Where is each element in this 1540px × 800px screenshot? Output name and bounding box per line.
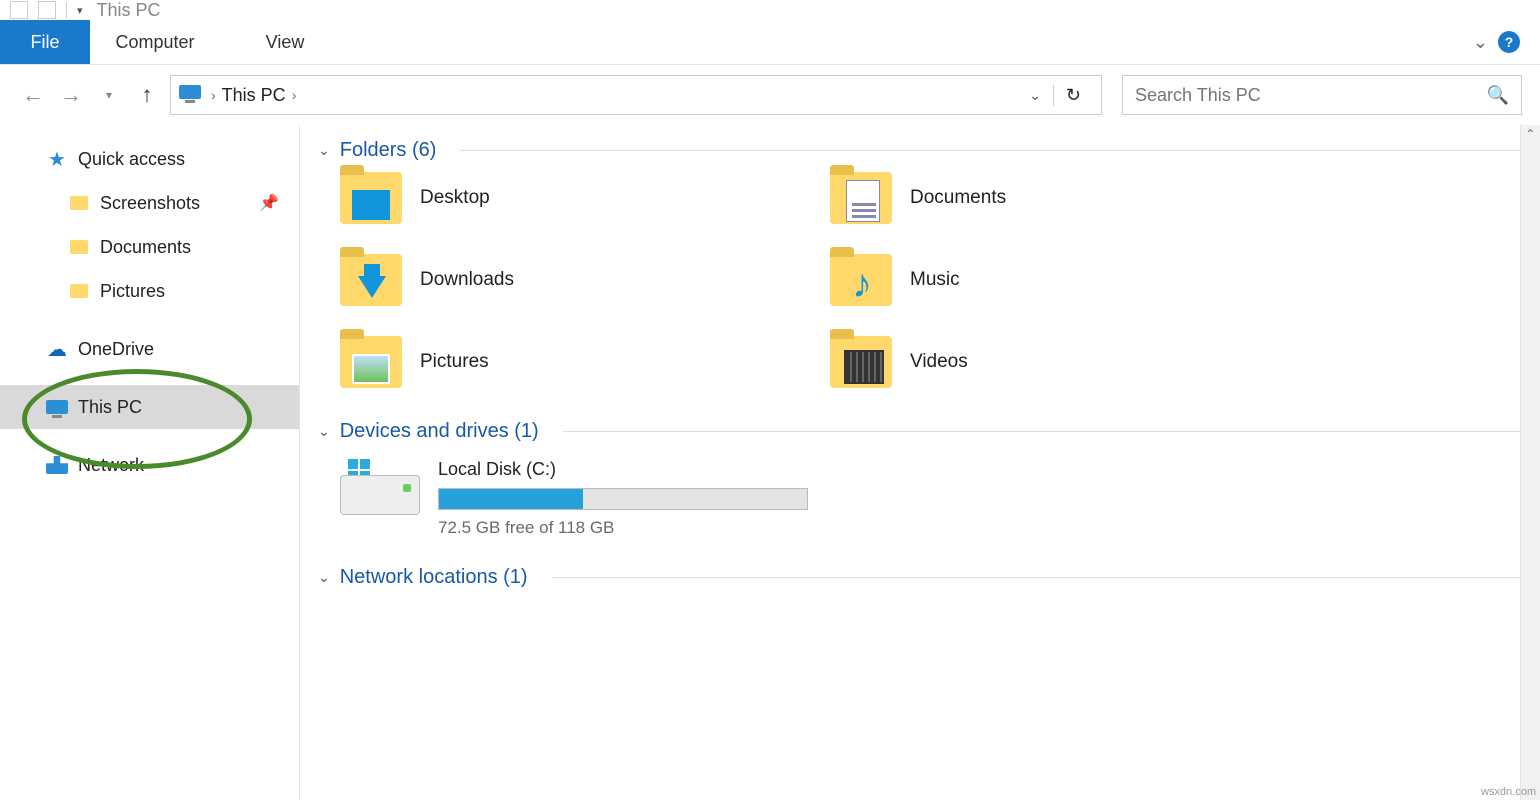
- file-tab[interactable]: File: [0, 20, 90, 64]
- tree-label: Network: [78, 455, 144, 476]
- folder-label: Music: [910, 269, 960, 291]
- address-dropdown-icon[interactable]: ⌄: [1023, 87, 1047, 104]
- forward-button[interactable]: →: [56, 82, 86, 108]
- folder-icon: [68, 236, 90, 258]
- folder-icon: [340, 254, 402, 306]
- tree-item-pictures[interactable]: Pictures: [0, 269, 299, 313]
- folder-desktop[interactable]: Desktop: [340, 172, 830, 224]
- folder-icon: [830, 336, 892, 388]
- section-divider: [563, 431, 1530, 432]
- section-header-folders[interactable]: ⌄ Folders (6): [300, 125, 1540, 172]
- folder-icon: [340, 172, 402, 224]
- star-icon: ★: [46, 148, 68, 170]
- content-pane: ⌄ Folders (6) Desktop Documents Download…: [300, 125, 1540, 800]
- folder-music[interactable]: ♪ Music: [830, 254, 1320, 306]
- tree-label: OneDrive: [78, 339, 154, 360]
- drive-free-text: 72.5 GB free of 118 GB: [438, 518, 808, 538]
- folder-label: Pictures: [420, 351, 489, 373]
- section-header-network[interactable]: ⌄ Network locations (1): [300, 552, 1540, 599]
- watermark: wsxdn.com: [1481, 786, 1536, 798]
- navigation-bar: ← → ▾ ↑ › This PC › ⌄ ↻ 🔍: [0, 65, 1540, 125]
- ribbon-tab-computer[interactable]: Computer: [90, 20, 220, 64]
- folder-pictures[interactable]: Pictures: [340, 336, 830, 388]
- help-icon[interactable]: ?: [1498, 31, 1520, 53]
- tree-onedrive[interactable]: ☁ OneDrive: [0, 327, 299, 371]
- folder-label: Desktop: [420, 187, 490, 209]
- folder-label: Downloads: [420, 269, 514, 291]
- drive-local-disk-c[interactable]: Local Disk (C:) 72.5 GB free of 118 GB: [300, 453, 1540, 538]
- navigation-pane: ★ Quick access Screenshots 📌 Documents P…: [0, 125, 300, 800]
- folder-icon: [830, 172, 892, 224]
- folder-label: Videos: [910, 351, 968, 373]
- folder-icon: [68, 192, 90, 214]
- search-box[interactable]: 🔍: [1122, 75, 1522, 115]
- chevron-down-icon[interactable]: ⌄: [318, 142, 330, 159]
- breadcrumb-separator[interactable]: ›: [211, 87, 216, 103]
- cloud-icon: ☁: [46, 338, 68, 360]
- section-divider: [552, 577, 1530, 578]
- vertical-scrollbar[interactable]: ⌃: [1520, 125, 1540, 800]
- this-pc-icon: [179, 85, 205, 105]
- recent-locations-icon[interactable]: ▾: [94, 88, 124, 102]
- scroll-up-icon[interactable]: ⌃: [1523, 125, 1538, 143]
- quick-access-toolbar: ▾: [10, 1, 83, 19]
- folder-label: Documents: [910, 187, 1006, 209]
- drive-name: Local Disk (C:): [438, 459, 808, 480]
- drive-used-fill: [439, 489, 583, 509]
- refresh-button[interactable]: ↻: [1053, 85, 1093, 106]
- breadcrumb-this-pc[interactable]: This PC: [222, 85, 286, 106]
- breadcrumb-separator-2[interactable]: ›: [292, 87, 297, 103]
- pin-icon[interactable]: 📌: [259, 193, 279, 213]
- section-title: Folders (6): [340, 139, 437, 162]
- ribbon: File Computer View ⌄ ?: [0, 20, 1540, 65]
- tree-item-screenshots[interactable]: Screenshots 📌: [0, 181, 299, 225]
- tree-label: This PC: [78, 397, 142, 418]
- section-title: Network locations (1): [340, 566, 528, 589]
- tree-this-pc[interactable]: This PC: [0, 385, 299, 429]
- tree-label: Pictures: [100, 281, 165, 302]
- qat-separator: [66, 2, 67, 18]
- folder-videos[interactable]: Videos: [830, 336, 1320, 388]
- qat-dropdown-icon[interactable]: ▾: [77, 4, 83, 17]
- tree-item-documents[interactable]: Documents: [0, 225, 299, 269]
- tree-label: Quick access: [78, 149, 185, 170]
- folder-icon: ♪: [830, 254, 892, 306]
- ribbon-collapse-icon[interactable]: ⌄: [1473, 32, 1488, 53]
- tree-label: Documents: [100, 237, 191, 258]
- drive-icon: [340, 459, 420, 515]
- ribbon-tab-view[interactable]: View: [220, 20, 350, 64]
- chevron-down-icon[interactable]: ⌄: [318, 569, 330, 586]
- qat-icon-1[interactable]: [10, 1, 28, 19]
- network-icon: [46, 454, 68, 476]
- tree-quick-access[interactable]: ★ Quick access: [0, 137, 299, 181]
- monitor-icon: [46, 396, 68, 418]
- tree-label: Screenshots: [100, 193, 200, 214]
- address-bar[interactable]: › This PC › ⌄ ↻: [170, 75, 1102, 115]
- section-title: Devices and drives (1): [340, 420, 539, 443]
- folder-documents[interactable]: Documents: [830, 172, 1320, 224]
- back-button[interactable]: ←: [18, 82, 48, 108]
- qat-icon-2[interactable]: [38, 1, 56, 19]
- folder-icon: [68, 280, 90, 302]
- search-input[interactable]: [1135, 85, 1487, 106]
- section-header-devices[interactable]: ⌄ Devices and drives (1): [300, 406, 1540, 453]
- section-divider: [460, 150, 1530, 151]
- folder-icon: [340, 336, 402, 388]
- drive-capacity-bar: [438, 488, 808, 510]
- title-bar: ▾ This PC: [0, 0, 1540, 20]
- folder-downloads[interactable]: Downloads: [340, 254, 830, 306]
- up-button[interactable]: ↑: [132, 82, 162, 108]
- tree-network[interactable]: Network: [0, 443, 299, 487]
- window-title: This PC: [97, 0, 161, 21]
- search-icon[interactable]: 🔍: [1487, 85, 1509, 106]
- chevron-down-icon[interactable]: ⌄: [318, 423, 330, 440]
